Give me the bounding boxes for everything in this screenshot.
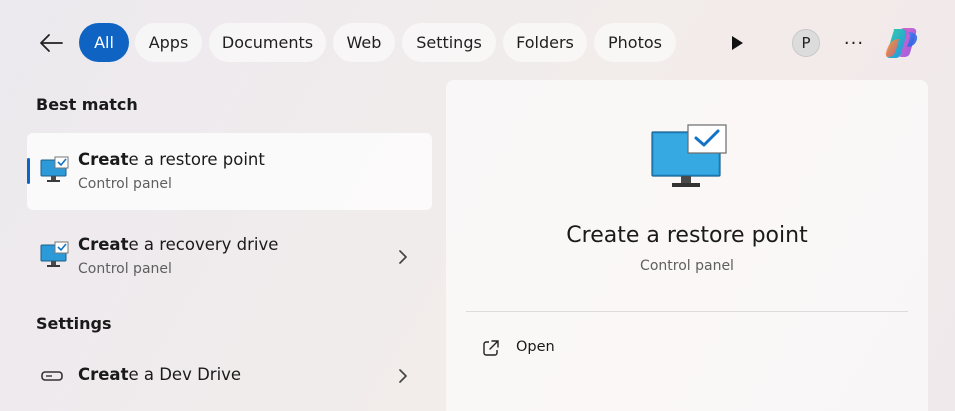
back-button[interactable] [36,28,66,58]
preview-subtitle: Control panel [640,258,734,274]
result-title: Create a restore point [78,150,265,169]
result-create-dev-drive[interactable]: Create a Dev Drive [27,350,432,402]
preview-pane: Create a restore point Control panel Ope… [446,80,928,411]
result-create-restore-point[interactable]: Create a restore point Control panel [27,133,432,210]
filter-all[interactable]: All [79,23,129,62]
control-panel-monitor-icon [40,241,69,267]
control-panel-monitor-icon [651,124,727,187]
control-panel-monitor-icon [40,156,69,182]
best-match-heading: Best match [36,95,138,114]
open-label: Open [516,339,555,355]
selection-indicator [27,158,30,184]
chevron-right-icon [399,369,407,383]
filter-web[interactable]: Web [333,23,395,62]
avatar[interactable]: P [792,29,820,57]
open-action[interactable]: Open [474,334,774,362]
filter-apps[interactable]: Apps [135,23,202,62]
chevron-right-icon [399,250,407,264]
result-title: Create a Dev Drive [78,365,242,384]
search-filter-bar: All Apps Documents Web Settings Folders … [0,0,955,84]
result-title: Create a recovery drive [78,235,279,254]
play-icon [732,36,743,50]
more-options-button[interactable]: ··· [838,30,870,56]
result-subtitle: Control panel [78,176,172,192]
drive-icon [41,371,63,381]
copilot-icon[interactable] [882,23,922,63]
more-filters-button[interactable] [724,30,750,56]
result-subtitle: Control panel [78,261,172,277]
divider [466,311,908,312]
filter-folders[interactable]: Folders [503,23,587,62]
filter-documents[interactable]: Documents [209,23,326,62]
settings-heading: Settings [36,314,112,333]
filter-photos[interactable]: Photos [594,23,676,62]
preview-title: Create a restore point [566,223,808,248]
filter-settings[interactable]: Settings [402,23,496,62]
back-arrow-icon [40,34,63,52]
result-create-recovery-drive[interactable]: Create a recovery drive Control panel [27,218,432,295]
open-external-icon [483,340,499,356]
